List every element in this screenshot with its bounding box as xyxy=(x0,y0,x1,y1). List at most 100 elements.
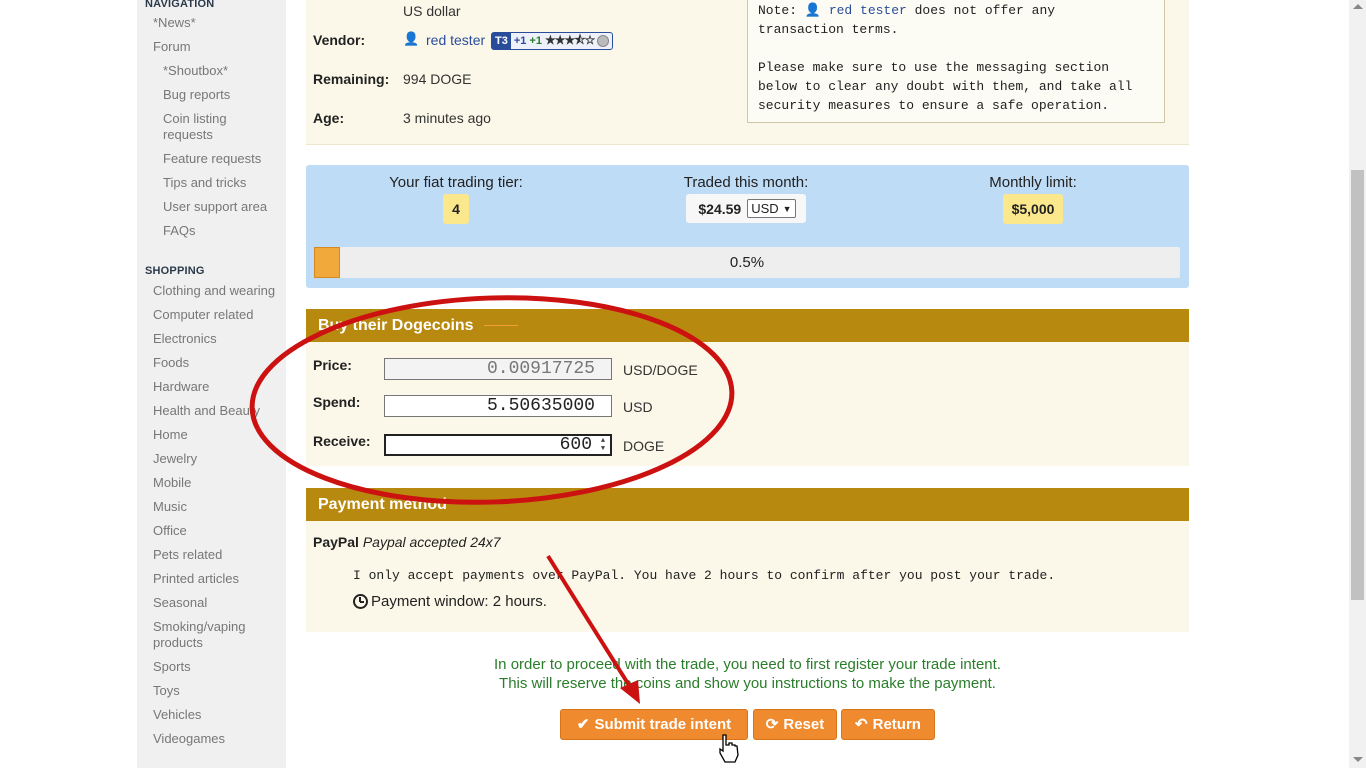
buy-panel: Buy their Dogecoins Price: 0.00917725 US… xyxy=(306,309,1189,466)
return-button[interactable]: ↶ Return xyxy=(841,709,935,740)
buy-section-header: Buy their Dogecoins xyxy=(306,309,1189,342)
clock-icon xyxy=(353,594,368,609)
receive-label: Receive: xyxy=(313,433,371,449)
vendor-label: Vendor: xyxy=(313,32,366,48)
spend-unit: USD xyxy=(623,399,653,415)
remaining-label: Remaining: xyxy=(313,71,390,87)
undo-icon: ↶ xyxy=(855,716,868,733)
status-circle-icon xyxy=(597,35,610,47)
sidebar-item-pets[interactable]: Pets related xyxy=(153,547,222,563)
currency-select-value: USD xyxy=(751,201,779,216)
payment-panel: Payment method PayPal Paypal accepted 24… xyxy=(306,488,1189,632)
scroll-up-icon[interactable] xyxy=(1353,4,1363,9)
sidebar-item-hardware[interactable]: Hardware xyxy=(153,379,209,395)
check-icon: ✔ xyxy=(576,716,590,733)
receive-unit: DOGE xyxy=(623,438,665,454)
traded-value: $24.59 xyxy=(698,200,742,217)
price-field: 0.00917725 xyxy=(384,358,612,380)
sidebar-item-seasonal[interactable]: Seasonal xyxy=(153,595,207,611)
submit-trade-button[interactable]: ✔ Submit trade intent xyxy=(560,709,748,740)
limit-column: Monthly limit: $5,000 xyxy=(943,174,1123,224)
limit-value-chip: $5,000 xyxy=(1002,194,1064,224)
sidebar-item-computer-related[interactable]: Computer related xyxy=(153,307,253,323)
currency-select[interactable]: USD ▼ xyxy=(747,199,796,218)
monthly-progress-bar: 0.5% xyxy=(314,247,1180,278)
trade-intent-info: In order to proceed with the trade, you … xyxy=(306,655,1189,693)
tier-value-chip: 4 xyxy=(443,194,469,224)
scrollbar-thumb[interactable] xyxy=(1351,170,1364,600)
sidebar-item-mobile[interactable]: Mobile xyxy=(153,475,191,491)
shopping-heading: SHOPPING xyxy=(145,265,205,277)
tier-badge: T3 xyxy=(492,33,511,49)
note-vendor-link[interactable]: red tester xyxy=(829,3,907,18)
sidebar-item-faqs[interactable]: FAQs xyxy=(163,223,196,239)
progress-text: 0.5% xyxy=(729,254,765,271)
info-line2: This will reserve the coins and show you… xyxy=(499,675,996,692)
star-rating-icon: ★★★⯪☆ xyxy=(544,32,595,47)
note-para2-line2: below to clear any doubt with them, and … xyxy=(758,79,1133,94)
sidebar-item-health-beauty[interactable]: Health and Beauty xyxy=(153,403,260,419)
sidebar-item-office[interactable]: Office xyxy=(153,523,187,539)
info-line1: In order to proceed with the trade, you … xyxy=(494,656,1001,673)
price-unit: USD/DOGE xyxy=(623,362,698,378)
sidebar-item-user-support-area[interactable]: User support area xyxy=(163,199,267,215)
sidebar: NAVIGATION *News* Forum *Shoutbox* Bug r… xyxy=(137,0,286,768)
note-line2: transaction terms. xyxy=(758,22,899,37)
sidebar-item-vehicles[interactable]: Vehicles xyxy=(153,707,201,723)
sidebar-item-music[interactable]: Music xyxy=(153,499,187,515)
tier-label: Your fiat trading tier: xyxy=(389,174,523,191)
sidebar-item-shoutbox[interactable]: *Shoutbox* xyxy=(163,63,228,79)
note-para2-line1: Please make sure to use the messaging se… xyxy=(758,60,1110,75)
sidebar-item-forum[interactable]: Forum xyxy=(153,39,191,55)
sidebar-item-jewelry[interactable]: Jewelry xyxy=(153,451,197,467)
sidebar-item-toys[interactable]: Toys xyxy=(153,683,180,699)
sidebar-item-foods[interactable]: Foods xyxy=(153,355,189,371)
sidebar-item-electronics[interactable]: Electronics xyxy=(153,331,217,347)
reputation-badge[interactable]: T3 +1 +1 ★★★⯪☆ xyxy=(491,32,614,50)
age-value: 3 minutes ago xyxy=(403,110,491,126)
currency-value: US dollar xyxy=(403,3,461,19)
sidebar-item-tips-and-tricks[interactable]: Tips and tricks xyxy=(163,175,246,191)
reset-label: Reset xyxy=(783,716,825,733)
limit-label: Monthly limit: xyxy=(989,174,1077,191)
offer-details-panel: US dollar Vendor: 👤 red tester T3 +1 +1 … xyxy=(306,0,1189,145)
sidebar-item-printed-articles[interactable]: Printed articles xyxy=(153,571,239,587)
price-label: Price: xyxy=(313,357,352,373)
sidebar-item-clothing[interactable]: Clothing and wearing xyxy=(153,283,275,299)
user-icon: 👤 xyxy=(403,31,420,46)
trading-tier-panel: Your fiat trading tier: 4 Traded this mo… xyxy=(306,165,1189,288)
sidebar-item-feature-requests[interactable]: Feature requests xyxy=(163,151,261,167)
method-name: PayPal xyxy=(313,534,359,550)
refresh-icon: ⟳ xyxy=(765,716,779,733)
scroll-down-icon[interactable] xyxy=(1353,757,1363,762)
note-prefix: Note: xyxy=(758,3,805,18)
sidebar-item-coin-listing-requests[interactable]: Coin listing requests xyxy=(163,111,263,143)
note-line1-rest: does not offer any xyxy=(906,3,1056,18)
traded-label: Traded this month: xyxy=(683,174,809,191)
payment-window: Payment window: 2 hours. xyxy=(371,593,547,610)
sidebar-item-bug-reports[interactable]: Bug reports xyxy=(163,87,230,103)
payment-heading: Payment method xyxy=(318,496,447,513)
traded-column: Traded this month: $24.59 USD ▼ xyxy=(646,174,846,223)
payment-section-header: Payment method xyxy=(306,488,1189,521)
receive-value: 600 xyxy=(559,435,592,455)
tier-column: Your fiat trading tier: 4 xyxy=(361,174,551,224)
submit-label: Submit trade intent xyxy=(594,716,732,733)
reset-button[interactable]: ⟳ Reset xyxy=(753,709,837,740)
remaining-value: 994 DOGE xyxy=(403,71,472,87)
method-desc: Paypal accepted 24x7 xyxy=(362,534,501,550)
sidebar-item-videogames[interactable]: Videogames xyxy=(153,731,225,747)
payment-method-line: PayPal Paypal accepted 24x7 xyxy=(313,534,501,550)
user-icon: 👤 xyxy=(804,3,821,18)
spend-input[interactable]: 5.50635000 xyxy=(384,395,612,417)
sidebar-item-sports[interactable]: Sports xyxy=(153,659,191,675)
vendor-link[interactable]: red tester xyxy=(426,32,485,48)
sidebar-item-news[interactable]: *News* xyxy=(153,15,196,31)
sidebar-item-smoking-vaping[interactable]: Smoking/vaping products xyxy=(153,619,263,651)
traded-box: $24.59 USD ▼ xyxy=(686,194,806,223)
positive-count-green: +1 xyxy=(529,35,542,47)
spend-label: Spend: xyxy=(313,394,361,410)
receive-input[interactable]: 600 ▲ ▼ xyxy=(384,434,612,456)
quantity-stepper[interactable]: ▲ ▼ xyxy=(598,437,608,453)
sidebar-item-home[interactable]: Home xyxy=(153,427,188,443)
